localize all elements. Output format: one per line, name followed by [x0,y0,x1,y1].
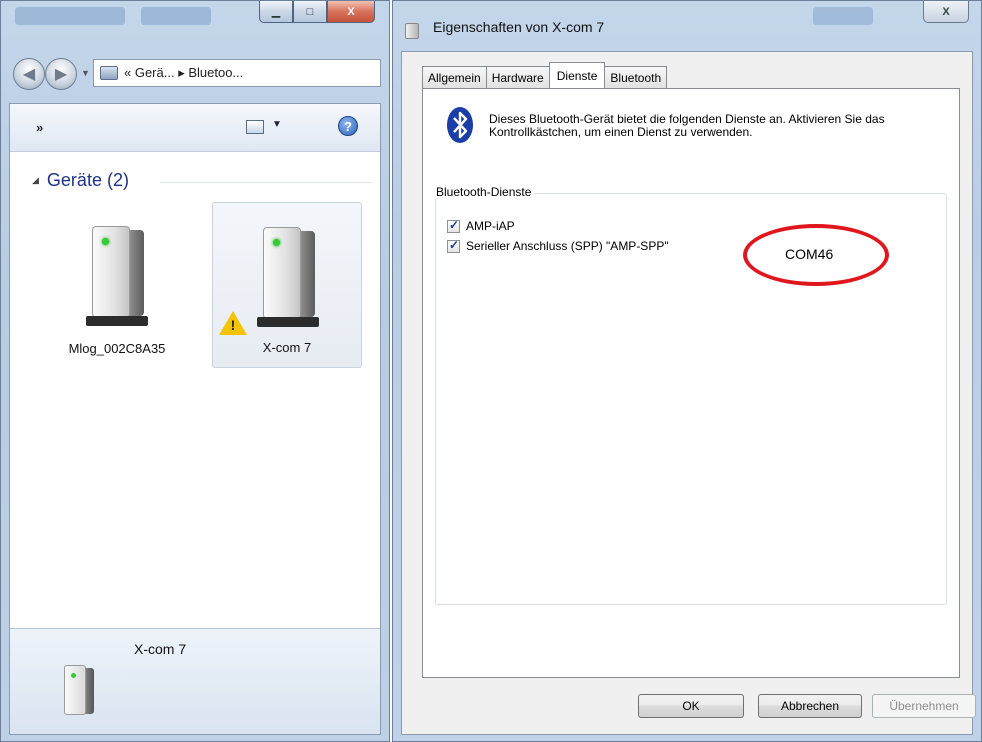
device-label: Mlog_002C8A35 [68,341,166,356]
forward-button[interactable]: ▶ [45,58,77,90]
help-icon[interactable]: ? [338,116,358,136]
group-divider [160,182,372,183]
window-title-blur [15,7,125,25]
bluetooth-icon [447,107,473,143]
device-label: X-com 7 [262,340,312,355]
details-device-name: X-com 7 [134,641,187,657]
tab-dienste[interactable]: Dienste [548,62,606,88]
dialog-title: Eigenschaften von X-com 7 [433,19,605,35]
tab-bluetooth[interactable]: Bluetooth [604,66,668,88]
device-tower-icon [257,221,319,327]
group-title: Geräte (2) [46,170,129,190]
dialog-close-button[interactable]: X [923,1,969,23]
service-item-amp-spp[interactable]: Serieller Anschluss (SPP) "AMP-SPP" [447,238,669,253]
tab-strip: Allgemein Hardware Dienste Bluetooth [422,62,668,88]
arrow-left-icon: ◀ [22,66,36,83]
services-tab-panel: Dieses Bluetooth-Gerät bietet die folgen… [422,88,960,678]
window-title-blur [813,7,873,25]
tab-allgemein[interactable]: Allgemein [422,66,487,88]
services-description: Dieses Bluetooth-Gerät bietet die folgen… [489,112,885,139]
maximize-button[interactable]: □ [293,1,327,23]
dialog-title-icon [405,23,419,39]
command-bar: » ▼ ? [10,104,380,152]
close-button[interactable]: X [327,1,375,23]
device-item-xcom7[interactable]: ! X-com 7 [212,202,362,368]
window-title-blur [141,7,211,25]
service-label: AMP-iAP [466,219,515,233]
details-pane: X-com 7 [10,628,380,734]
device-group-header[interactable]: ◢ Geräte (2) [32,170,129,191]
selected-device-icon [60,663,96,719]
back-button[interactable]: ◀ [13,58,45,90]
navigation-bar: ◀ ▶ ▼ « Gerä... ▸ Bluetoo... [13,56,381,92]
change-view-icon[interactable] [246,120,264,134]
devices-folder-icon [100,66,118,80]
service-label: Serieller Anschluss (SPP) "AMP-SPP" [466,239,669,253]
device-item-mlog[interactable]: Mlog_002C8A35 [42,202,192,368]
service-checkbox[interactable] [447,238,460,253]
collapse-triangle-icon[interactable]: ◢ [32,175,39,186]
caption-buttons: ▁ □ X [259,1,375,23]
highlight-circle [743,224,889,286]
service-item-amp-iap[interactable]: AMP-iAP [447,218,515,233]
minimize-button[interactable]: ▁ [259,1,293,23]
explorer-content: » ▼ ? ◢ Geräte (2) Mlog_002C8A35 ! X-com… [9,103,381,735]
cancel-button[interactable]: Abbrechen [758,694,862,718]
recent-pages-dropdown[interactable]: ▼ [81,68,90,78]
address-bar[interactable]: « Gerä... ▸ Bluetoo... [93,59,381,87]
service-checkbox[interactable] [447,218,460,233]
services-legend: Bluetooth-Dienste [433,185,535,199]
properties-dialog: Eigenschaften von X-com 7 X Allgemein Ha… [392,0,982,742]
arrow-right-icon: ▶ [54,66,68,83]
tab-hardware[interactable]: Hardware [485,66,550,88]
view-options-dropdown[interactable]: ▼ [272,119,282,130]
breadcrumb[interactable]: « Gerä... ▸ Bluetoo... [124,65,243,81]
warning-exclamation: ! [230,317,236,333]
dialog-client-area: Allgemein Hardware Dienste Bluetooth Die… [401,51,976,735]
device-tower-icon [86,220,148,326]
ok-button[interactable]: OK [638,694,744,718]
explorer-window: ▁ □ X ◀ ▶ ▼ « Gerä... ▸ Bluetoo... » ▼ ?… [0,0,390,742]
apply-button[interactable]: Übernehmen [872,694,976,718]
more-commands-button[interactable]: » [36,120,43,135]
